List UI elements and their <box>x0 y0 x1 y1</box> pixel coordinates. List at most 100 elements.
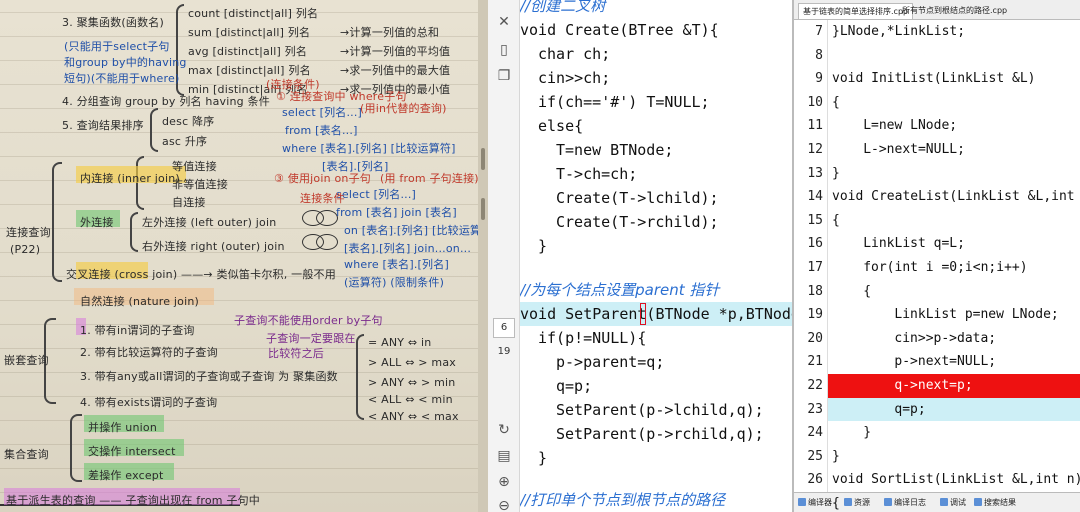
page-icon[interactable]: ▯ <box>494 40 514 60</box>
debug-icon <box>940 498 948 506</box>
note-text: 4. 带有exists谓词的子查询 <box>80 396 218 409</box>
line-number: 11 <box>807 118 823 134</box>
editor-code-line[interactable]: for(int i =0;i<n;i++) <box>863 256 1027 280</box>
text-cursor-box <box>640 303 646 325</box>
code-line: Create(T->rchild); <box>556 213 719 231</box>
editor-code-line[interactable]: p->next=NULL; <box>894 350 996 374</box>
note-text: sum [distinct|all] 列名 <box>188 26 311 39</box>
line-number: 7 <box>815 24 823 39</box>
editor-code-line[interactable]: L=new LNode; <box>863 114 957 138</box>
editor-code-line[interactable]: } <box>832 162 840 186</box>
editor-code-line[interactable]: LinkList q=L; <box>863 232 965 256</box>
compile-log-tab[interactable]: 编译日志 <box>884 496 926 510</box>
editor-code-line[interactable]: }LNode,*LinkList; <box>832 20 965 44</box>
tab-node-path[interactable]: 所有节点到根结点的路径.cpp <box>898 3 1011 19</box>
note-text: 比较符之后 <box>268 347 324 360</box>
rotate-icon[interactable]: ↻ <box>494 420 514 440</box>
note-brace <box>52 162 62 282</box>
code-line: T=new BTNode; <box>556 141 674 159</box>
note-brace <box>130 212 138 252</box>
note-text: = ANY ⇔ in <box>368 336 432 349</box>
line-number: 20 <box>807 330 823 346</box>
resources-label: 资源 <box>854 498 870 507</box>
note-text: > ANY ⇔ > min <box>368 376 456 389</box>
line-number-gutter: 789101112131415161718192021222324252627 <box>794 20 828 511</box>
document-icon[interactable]: ▤ <box>494 446 514 466</box>
note-text: where [表名].[列名] [比较运算符] <box>282 142 456 155</box>
note-text: < ANY ⇔ < max <box>368 410 459 423</box>
zoom-out-icon[interactable]: ⊖ <box>494 496 514 512</box>
resources-icon <box>844 498 852 506</box>
note-text: where [表名].[列名] <box>344 258 449 271</box>
note-text: 基于派生表的查询 —— 子查询出现在 from 子句中 <box>6 494 260 507</box>
note-text: 5. 查询结果排序 <box>62 119 144 132</box>
search-results-tab[interactable]: 搜索结果 <box>974 496 1016 510</box>
tab-sort-list[interactable]: 基于链表的简单选择排序.cpp <box>798 3 914 19</box>
note-text: 等值连接 <box>172 160 217 173</box>
note-text: 内连接 (inner join) <box>80 172 180 185</box>
code-line: p->parent=q; <box>556 353 665 371</box>
note-text: →计算一列值的总和 <box>340 26 440 39</box>
line-number: 22 <box>807 378 823 393</box>
editor-code-line[interactable]: { <box>832 91 840 115</box>
editor-code-line[interactable]: { <box>863 280 871 304</box>
editor-code-line[interactable]: } <box>863 421 871 445</box>
compiler-tab[interactable]: 编译器 <box>798 496 832 510</box>
editor-code-line[interactable]: q=p; <box>894 398 925 422</box>
page-number-input[interactable]: 6 <box>493 318 515 338</box>
page-total: 19 <box>497 346 511 357</box>
note-text: count [distinct|all] 列名 <box>188 7 319 20</box>
ide-editor-window: 基于链表的简单选择排序.cpp 所有节点到根结点的路径.cpp 7 8 9 10 11 1… <box>792 0 1080 512</box>
notebook-binder <box>478 0 488 512</box>
notebook-rule-line <box>0 300 478 301</box>
note-text: 短句)(不能用于where) <box>64 72 180 85</box>
pdf-code-page: //创建二叉树 void Create(BTree &T){char ch; cin… <box>520 0 792 512</box>
editor-code-line[interactable]: void SortList(LinkList &L,int n) <box>832 468 1080 492</box>
note-text: 并操作 union <box>88 421 157 434</box>
line-number: 24 <box>807 425 823 441</box>
note-text: 子查询一定要跟在 <box>266 332 356 345</box>
pdf-side-toolbar: ✕ ▯ ❐ 6 19 ↻ ▤ ⊕ ⊖ <box>488 0 520 512</box>
code-line: q=p; <box>556 377 593 395</box>
line-number: 10 <box>807 94 823 110</box>
line-number: 26 <box>807 472 823 488</box>
editor-code-line[interactable]: L->next=NULL; <box>863 138 965 162</box>
editor-code-line[interactable]: LinkList p=new LNode; <box>894 303 1058 327</box>
copy-icon[interactable]: ❐ <box>494 66 514 86</box>
editor-code-line[interactable]: { <box>832 209 840 233</box>
note-text: (用in代替的查询) <box>360 102 447 115</box>
search-results-label: 搜索结果 <box>984 498 1016 507</box>
note-text: from [表名] join [表名] <box>336 206 457 219</box>
editor-code-line[interactable]: void CreateList(LinkList &L,int n) <box>832 185 1080 209</box>
note-text: 连接查询 <box>6 226 51 239</box>
editor-code-line[interactable]: q->next=p; <box>894 374 972 398</box>
code-line: cin>>ch; <box>538 69 611 87</box>
note-text: 3. 带有any或all谓词的子查询或子查询 为 聚集函数 <box>80 370 338 383</box>
note-text: 4. 分组查询 group by 列名 having 条件 <box>62 95 270 108</box>
debug-tab[interactable]: 调试 <box>940 496 966 510</box>
note-text: (只能用于select子句 <box>64 40 170 53</box>
note-text: 子查询不能使用order by子句 <box>234 314 383 327</box>
note-text: 右外连接 right (outer) join <box>142 240 285 253</box>
line-number: 25 <box>807 448 823 464</box>
compiler-icon <box>798 498 806 506</box>
resources-tab[interactable]: 资源 <box>844 496 870 510</box>
line-number: 14 <box>807 189 823 205</box>
note-circle <box>316 210 338 226</box>
zoom-in-icon[interactable]: ⊕ <box>494 472 514 492</box>
note-text: 自连接 <box>172 196 206 209</box>
editor-code-line[interactable]: } <box>832 445 840 469</box>
note-text: 3. 聚集函数(函数名) <box>62 16 164 29</box>
close-icon[interactable]: ✕ <box>494 12 514 32</box>
note-text: (连接条件) <box>266 78 320 91</box>
note-text: ③ 使用join on子句 <box>274 172 371 185</box>
note-text: from [表名...] <box>285 124 358 137</box>
note-text: select [列名...] <box>336 188 417 201</box>
editor-code-line[interactable]: { <box>832 492 840 512</box>
line-number: 9 <box>815 71 823 87</box>
note-text: 交操作 intersect <box>88 445 176 458</box>
code-line: else{ <box>538 117 584 135</box>
editor-code-line[interactable]: void InitList(LinkList &L) <box>832 67 1036 91</box>
note-text: [表名].[列名] join...on... <box>344 242 472 255</box>
editor-code-line[interactable]: cin>>p->data; <box>894 327 996 351</box>
